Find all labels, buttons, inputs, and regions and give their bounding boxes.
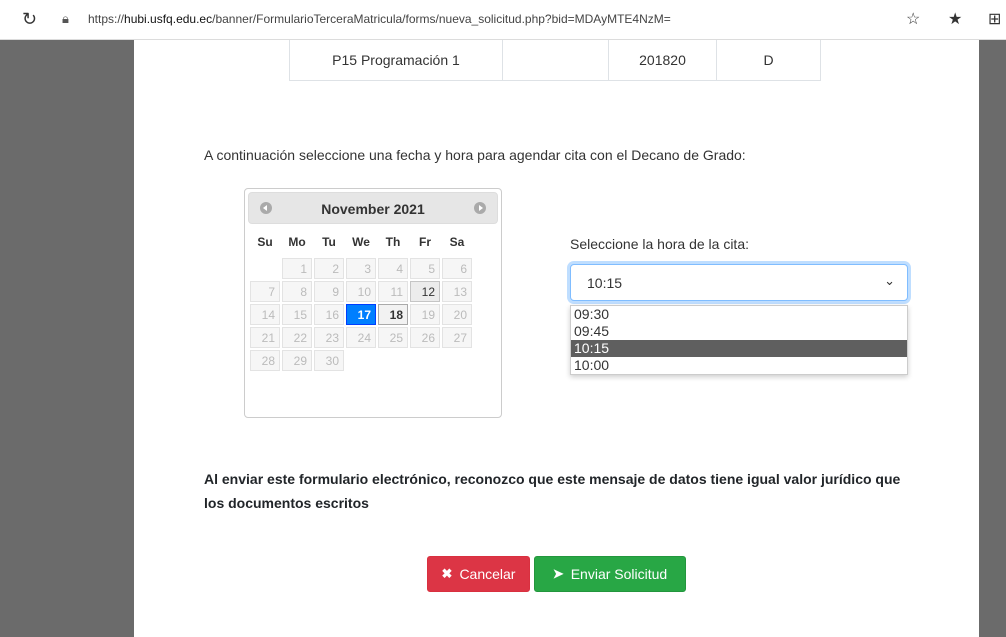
browser-toolbar: ↻ 🔒︎ https://hubi.usfq.edu.ec/banner/For…: [0, 0, 1006, 40]
week-row: 14 15 16 17 18 19 20: [250, 304, 472, 325]
table-cell-course: P15 Programación 1: [289, 40, 503, 81]
time-label: Seleccione la hora de la cita:: [570, 236, 749, 252]
weekday-label: Mo: [288, 235, 306, 249]
table-cell-section: D: [716, 40, 821, 81]
calendar-blank: [346, 350, 376, 371]
calendar-day-disabled: 16: [314, 304, 344, 325]
datepicker-header: November 2021: [248, 192, 498, 224]
datepicker-grid: Su Mo Tu We Th Fr Sa 1 2 3 4 5 6 7 8 9 10 11 12 13 14 15 16 17…: [248, 226, 474, 373]
weekday-label: We: [352, 235, 370, 249]
calendar-day-disabled: 6: [442, 258, 472, 279]
time-select-value: 10:15: [587, 275, 623, 291]
time-select[interactable]: 10:15 ⌄: [570, 264, 908, 301]
calendar-day-disabled: 21: [250, 327, 280, 348]
weekday-label: Fr: [419, 235, 431, 249]
calendar-day-disabled: 2: [314, 258, 344, 279]
weekday-label: Su: [257, 235, 273, 249]
calendar-day-disabled: 7: [250, 281, 280, 302]
course-table: P15 Programación 1 201820 D: [289, 40, 821, 81]
calendar-day-disabled: 13: [442, 281, 472, 302]
submit-button-label: Enviar Solicitud: [570, 566, 668, 582]
calendar-day[interactable]: 12: [410, 281, 440, 302]
calendar-day-disabled: 26: [410, 327, 440, 348]
favorite-add-icon[interactable]: ☆: [906, 9, 920, 29]
url-prefix: https://: [88, 12, 125, 26]
calendar-day-disabled: 1: [282, 258, 312, 279]
calendar-day-disabled: 24: [346, 327, 376, 348]
calendar-day-disabled: 25: [378, 327, 408, 348]
url-path: /banner/FormularioTerceraMatricula/forms…: [212, 12, 671, 26]
calendar-day-disabled: 4: [378, 258, 408, 279]
weekday-label: Th: [385, 235, 401, 249]
time-option[interactable]: 10:00: [571, 357, 907, 374]
calendar-day-disabled: 27: [442, 327, 472, 348]
form-page: P15 Programación 1 201820 D A continuaci…: [134, 40, 979, 637]
cancel-button[interactable]: ✖ Cancelar: [427, 556, 530, 592]
calendar-day-today[interactable]: 18: [378, 304, 408, 325]
week-row: 123456: [250, 258, 472, 279]
time-option[interactable]: 09:45: [571, 323, 907, 340]
time-option[interactable]: 09:30: [571, 306, 907, 323]
calendar-day-disabled: 5: [410, 258, 440, 279]
week-row: 7 8 9 10 11 12 13: [250, 281, 472, 302]
calendar-day-disabled: 9: [314, 281, 344, 302]
legal-notice: Al enviar este formulario electrónico, r…: [204, 471, 901, 511]
next-month-icon[interactable]: [474, 202, 486, 214]
calendar-day-selected[interactable]: 17: [346, 304, 376, 325]
time-option[interactable]: 10:15: [571, 340, 907, 357]
calendar-day-disabled: 15: [282, 304, 312, 325]
calendar-day-disabled: 8: [282, 281, 312, 302]
table-cell-blank: [502, 40, 609, 81]
calendar-blank: [378, 350, 408, 371]
submit-button[interactable]: ➤ Enviar Solicitud: [534, 556, 686, 592]
instruction-text: A continuación seleccione una fecha y ho…: [204, 147, 746, 163]
time-options-list: 09:30 09:45 10:15 10:00: [570, 305, 908, 375]
calendar-day-disabled: 3: [346, 258, 376, 279]
calendar-day-disabled: 19: [410, 304, 440, 325]
calendar-day-disabled: 14: [250, 304, 280, 325]
send-icon: ➤: [552, 566, 564, 581]
weekday-row: Su Mo Tu We Th Fr Sa: [250, 228, 472, 256]
datepicker-title: November 2021: [321, 201, 425, 217]
calendar-day-disabled: 20: [442, 304, 472, 325]
calendar-day-disabled: 22: [282, 327, 312, 348]
close-icon: ✖: [441, 566, 453, 581]
week-row: 28 29 30: [250, 350, 472, 371]
lock-icon[interactable]: 🔒︎: [62, 11, 69, 27]
refresh-icon[interactable]: ↻: [22, 9, 37, 30]
calendar-blank: [442, 350, 472, 371]
datepicker[interactable]: November 2021 Su Mo Tu We Th Fr Sa 1 2 3 4 5 6 7 8 9 10…: [244, 188, 502, 418]
url-host: hubi.usfq.edu.ec: [124, 12, 213, 26]
week-row: 21 22 23 24 25 26 27: [250, 327, 472, 348]
collections-icon[interactable]: ⊞: [988, 9, 1001, 29]
table-row: P15 Programación 1 201820 D: [289, 40, 821, 81]
table-cell-period: 201820: [608, 40, 717, 81]
calendar-day-disabled: 11: [378, 281, 408, 302]
calendar-blank: [410, 350, 440, 371]
calendar-day-disabled: 28: [250, 350, 280, 371]
calendar-blank: [250, 258, 280, 279]
chevron-down-icon: ⌄: [884, 273, 895, 288]
calendar-day-disabled: 10: [346, 281, 376, 302]
weekday-label: Sa: [449, 235, 465, 249]
address-bar[interactable]: https://hubi.usfq.edu.ec/banner/Formular…: [88, 12, 671, 26]
cancel-button-label: Cancelar: [459, 566, 516, 582]
calendar-day-disabled: 23: [314, 327, 344, 348]
calendar-day-disabled: 29: [282, 350, 312, 371]
favorites-icon[interactable]: ★: [948, 9, 962, 29]
weekday-label: Tu: [322, 235, 336, 249]
calendar-day-disabled: 30: [314, 350, 344, 371]
